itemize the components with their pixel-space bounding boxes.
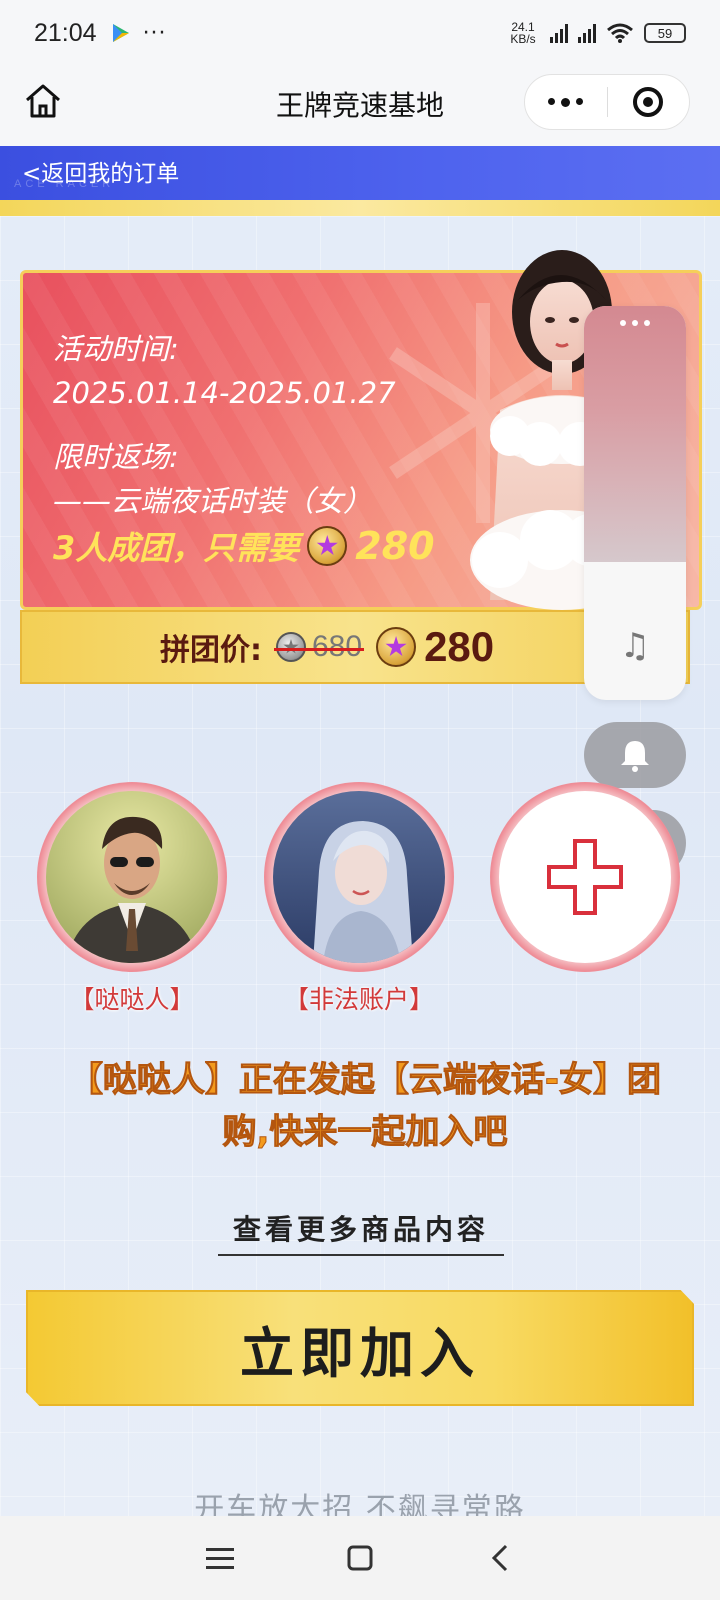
group-price: 280 xyxy=(376,623,494,671)
gold-strip xyxy=(0,200,720,216)
avatar-woman-icon xyxy=(273,791,445,963)
bell-icon[interactable] xyxy=(584,722,686,788)
wifi-icon xyxy=(607,23,633,43)
deal-line: 3人成团，只需要 280 xyxy=(53,523,435,569)
battery-icon: 59 xyxy=(644,23,686,43)
network-speed: 24.1 KB/s xyxy=(510,20,536,46)
original-price: 680 xyxy=(274,630,365,664)
avatar-man-icon xyxy=(46,791,218,963)
more-dots-icon[interactable] xyxy=(620,320,650,562)
member-avatar-1[interactable] xyxy=(37,782,227,972)
item-name: ——云端夜话时装（女） xyxy=(53,484,373,518)
play-store-icon xyxy=(112,24,129,42)
coin-icon xyxy=(376,627,417,667)
mini-program-capsule xyxy=(524,74,690,130)
back-arrow-icon[interactable] xyxy=(470,1528,530,1588)
event-time-label: 活动时间: xyxy=(53,332,179,366)
deal-price: 280 xyxy=(355,524,435,568)
status-time: 21:04 xyxy=(34,18,97,47)
home-square-icon[interactable] xyxy=(330,1528,390,1588)
view-more-products-link[interactable]: 查看更多商品内容 xyxy=(218,1208,504,1256)
add-member-slot[interactable] xyxy=(490,782,680,972)
invite-line-1: 【哒哒人】正在发起【云端夜话-女】团 xyxy=(68,1060,662,1101)
more-icon[interactable] xyxy=(525,97,607,107)
system-nav-bar xyxy=(0,1516,720,1600)
plus-icon xyxy=(547,839,623,915)
member-name-1: 【哒哒人】 xyxy=(69,985,195,1014)
event-time-range: 2025.01.14-2025.01.27 xyxy=(53,376,396,410)
member-name-2: 【非法账户】 xyxy=(283,985,434,1014)
status-bar: 21:04 ··· 24.1 KB/s 59 xyxy=(0,0,720,66)
invite-message: 【哒哒人】正在发起【云端夜话-女】团 购,快来一起加入吧 xyxy=(20,1054,710,1158)
deal-prefix: 3人成团，只需要 xyxy=(53,529,300,567)
member-avatar-2[interactable] xyxy=(264,782,454,972)
music-icon[interactable]: ♫ xyxy=(584,626,686,666)
close-target-icon[interactable] xyxy=(608,87,690,117)
coin-icon-grey xyxy=(276,632,306,662)
ace-racer-watermark: ACE RACER xyxy=(14,178,115,190)
coin-icon xyxy=(307,526,348,566)
menu-icon[interactable] xyxy=(190,1528,250,1588)
group-price-label: 拼团价: xyxy=(160,633,262,668)
original-price-value: 680 xyxy=(312,630,363,663)
more-dots-icon: ··· xyxy=(142,20,167,46)
floating-control-panel[interactable]: ♫ xyxy=(584,306,686,700)
back-to-orders-link[interactable]: <返回我的订单 ACE RACER xyxy=(0,146,720,200)
signal-icon xyxy=(550,23,568,43)
return-label: 限时返场: xyxy=(53,440,179,474)
signal-icon-2 xyxy=(578,23,596,43)
join-now-button[interactable]: 立即加入 xyxy=(26,1290,694,1406)
invite-line-2: 购,快来一起加入吧 xyxy=(222,1112,508,1153)
title-bar: 王牌竞速基地 xyxy=(0,66,720,146)
group-price-value: 280 xyxy=(424,623,495,670)
